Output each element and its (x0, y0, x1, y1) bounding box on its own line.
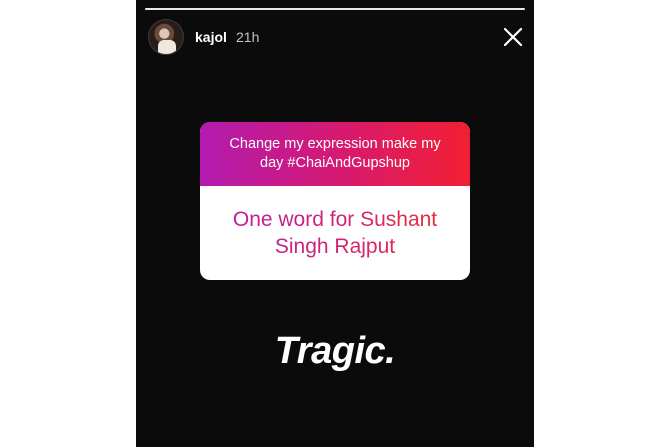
story-viewer: kajol 21h Change my expression make my d… (136, 0, 534, 447)
answer-text: Tragic. (274, 330, 396, 372)
username[interactable]: kajol (195, 29, 227, 45)
story-progress-fill (145, 8, 525, 10)
close-button[interactable] (503, 27, 523, 47)
story-timestamp: 21h (236, 29, 260, 45)
close-icon (503, 27, 523, 47)
question-sticker-prompt-line: day #ChaiAndGupshup (260, 155, 410, 171)
avatar[interactable] (148, 19, 184, 55)
question-sticker-prompt: Change my expression make my day #ChaiAn… (200, 122, 470, 186)
question-sticker[interactable]: Change my expression make my day #ChaiAn… (200, 122, 470, 280)
question-sticker-prompt-line: Change my expression make my (229, 136, 441, 152)
question-sticker-body: One word for Sushant Singh Rajput (200, 186, 470, 280)
question-text: One word for Sushant Singh Rajput (218, 206, 452, 260)
story-progress-bar (145, 8, 525, 10)
